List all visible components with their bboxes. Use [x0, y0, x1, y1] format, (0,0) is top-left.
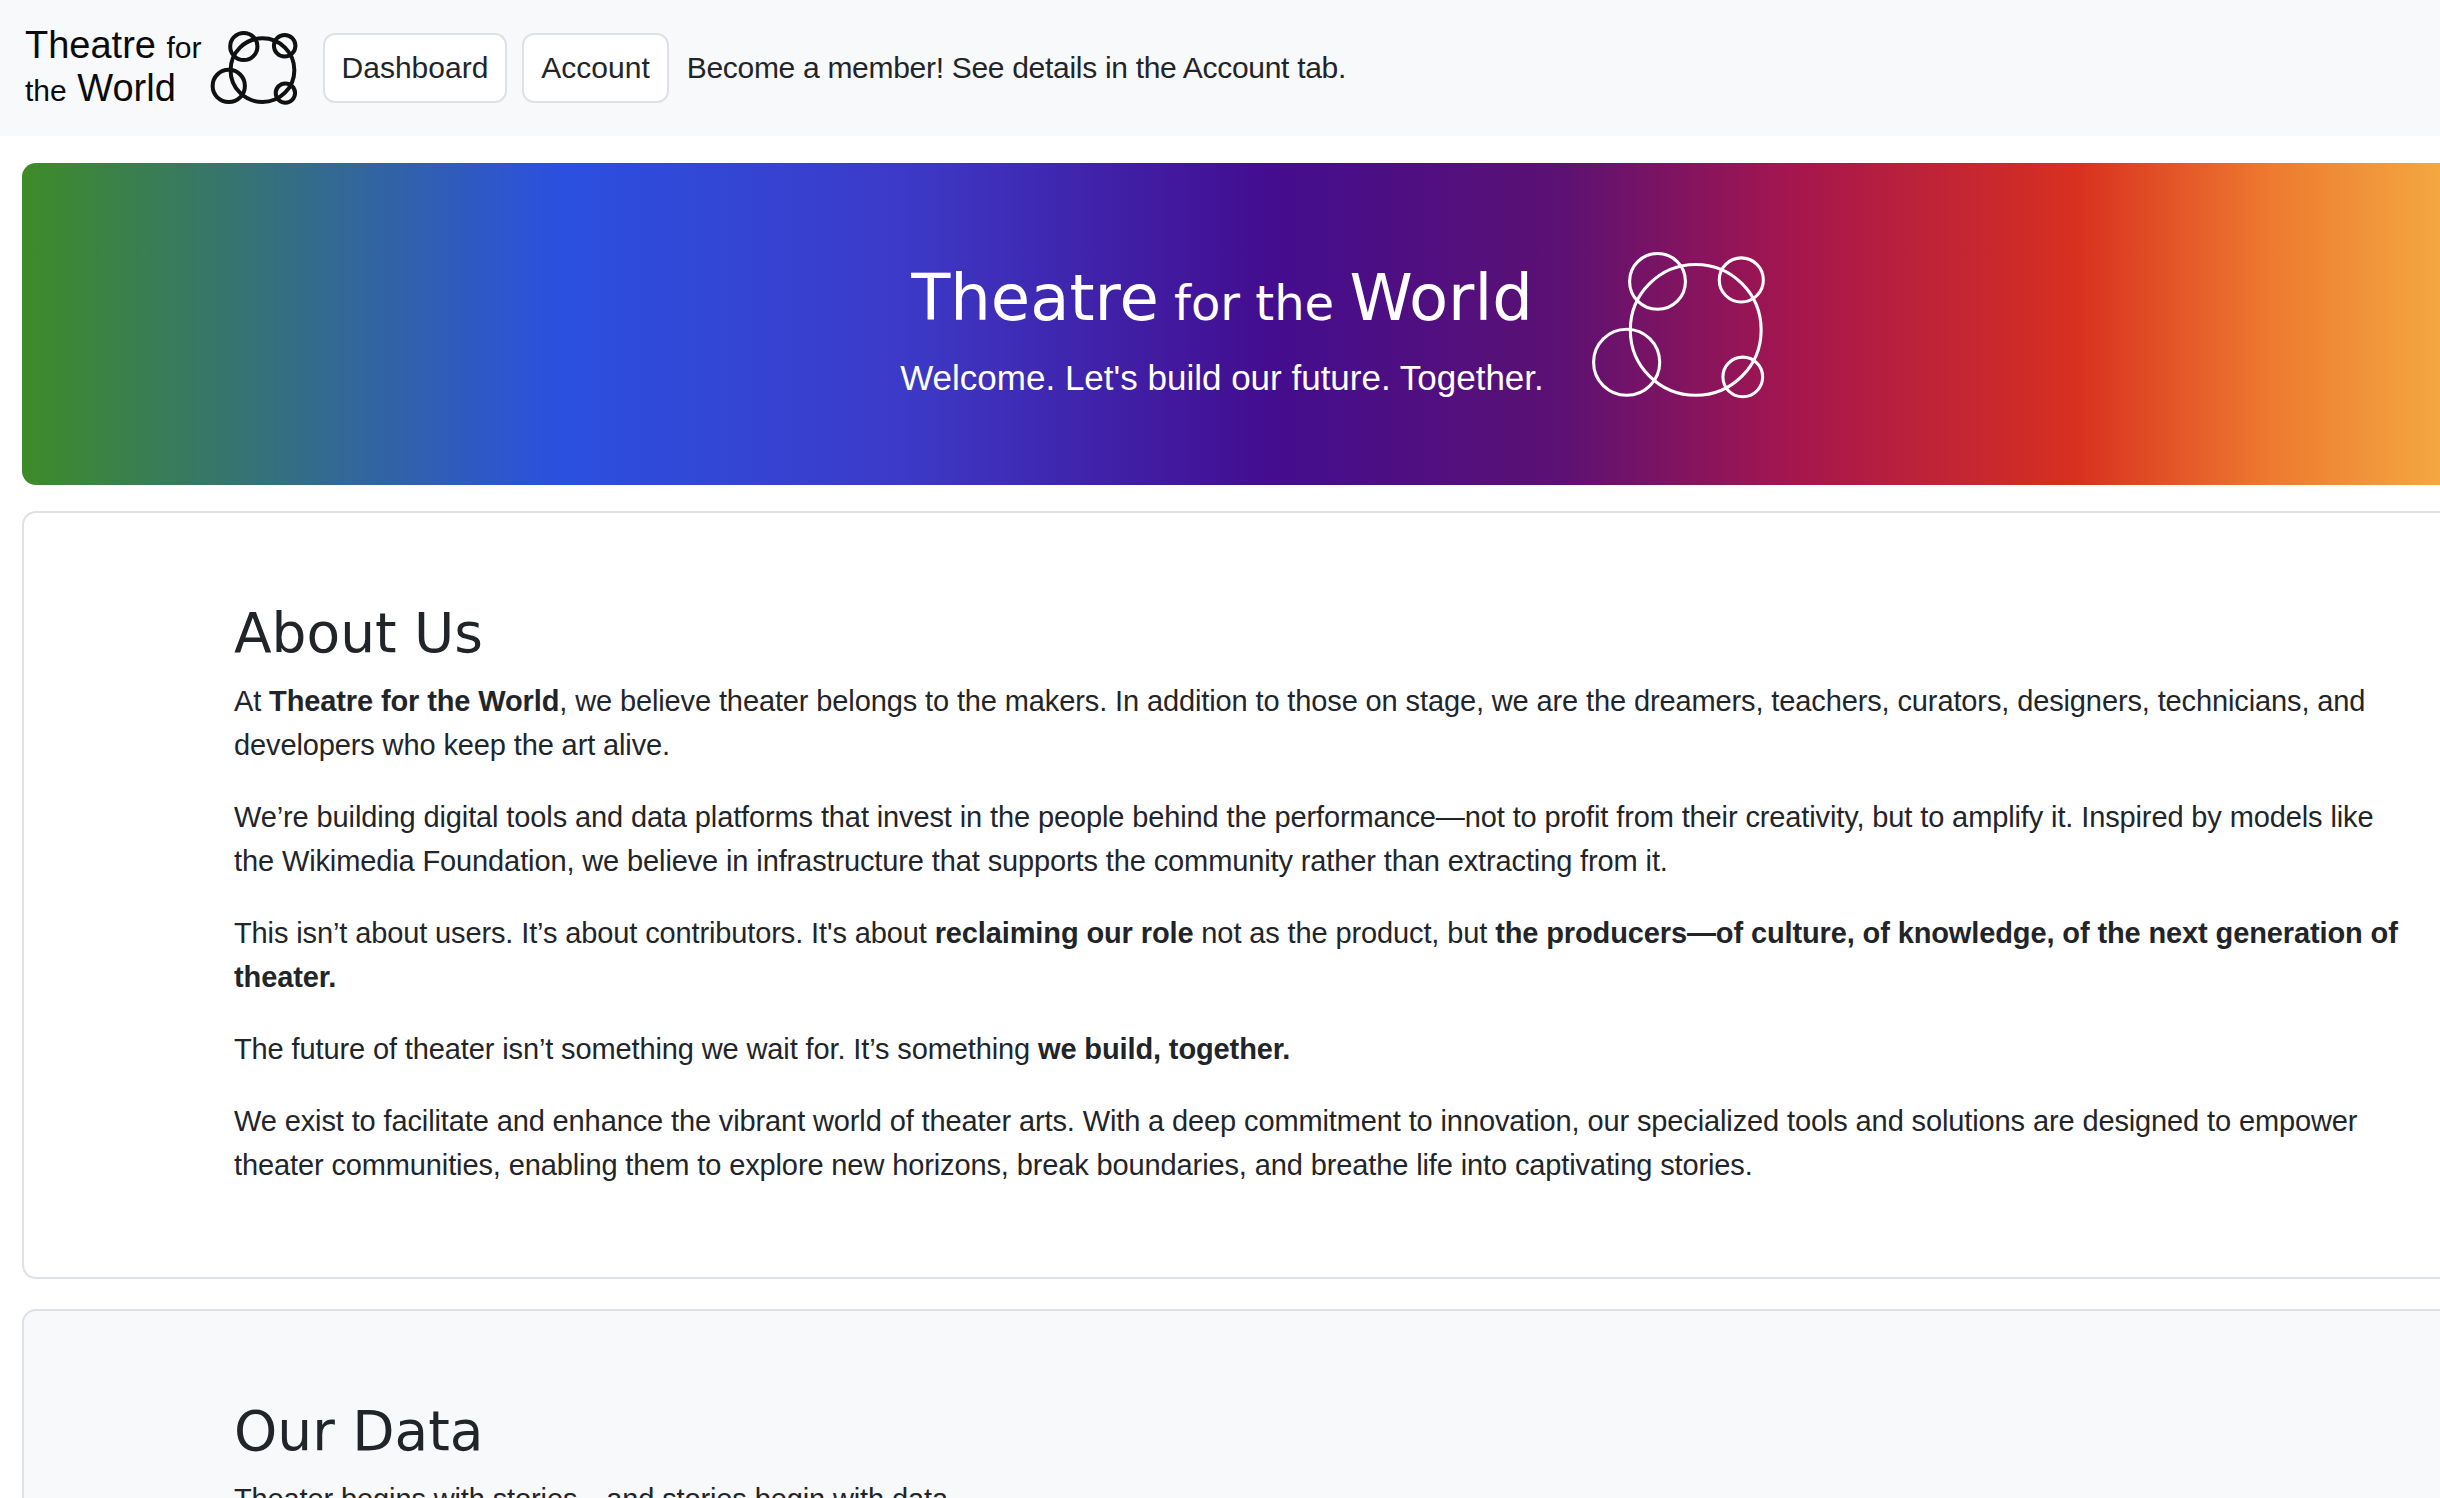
brand-logo-icon: [213, 29, 299, 107]
hero-text-block: Theatre for the World Welcome. Let's bui…: [22, 163, 2422, 401]
about-card: About Us At Theatre for the World, we be…: [22, 511, 2440, 1279]
our-data-card: Our Data Theater begins with stories—and…: [22, 1309, 2440, 1498]
account-button[interactable]: Account: [522, 33, 668, 103]
hero-logo-icon: [1594, 252, 1771, 399]
membership-note: Become a member! See details in the Acco…: [687, 51, 1346, 85]
brand-wordmark: Theatre for the World: [25, 25, 202, 111]
dashboard-button[interactable]: Dashboard: [323, 33, 508, 103]
hero-title: Theatre for the World: [22, 258, 2422, 343]
our-data-heading: Our Data: [234, 1397, 2440, 1465]
about-paragraph-4: The future of theater isn’t something we…: [234, 1027, 2440, 1071]
about-paragraph-5: We exist to facilitate and enhance the v…: [234, 1099, 2440, 1187]
about-paragraph-1: At Theatre for the World, we believe the…: [234, 679, 2440, 767]
hero-subtitle: Welcome. Let's build our future. Togethe…: [22, 355, 2422, 401]
our-data-paragraph: Theater begins with stories—and stories …: [234, 1477, 2440, 1498]
page-content: Theatre for the World Welcome. Let's bui…: [22, 163, 2440, 1498]
about-paragraph-3: This isn’t about users. It’s about contr…: [234, 911, 2440, 999]
hero-banner: Theatre for the World Welcome. Let's bui…: [22, 163, 2440, 485]
top-nav: Theatre for the World Dashboard Account …: [0, 0, 2440, 136]
about-paragraph-2: We’re building digital tools and data pl…: [234, 795, 2440, 883]
about-heading: About Us: [234, 599, 2440, 667]
